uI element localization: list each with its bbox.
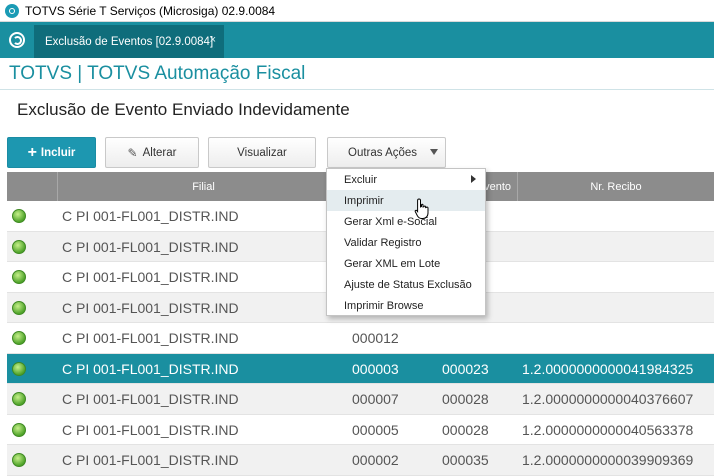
- cell-filial: C PI 001-FL001_DISTR.IND: [62, 391, 239, 407]
- status-green-icon: [12, 453, 26, 467]
- cell-filial: C PI 001-FL001_DISTR.IND: [62, 330, 239, 346]
- menu-item-validar-registro[interactable]: Validar Registro: [327, 232, 485, 253]
- status-green-icon: [12, 422, 26, 437]
- visualizar-button[interactable]: Visualizar: [208, 137, 316, 168]
- cell-col2: 000007: [352, 391, 399, 407]
- menu-item-label: Validar Registro: [344, 236, 422, 249]
- menu-item-label: Excluir: [344, 173, 378, 186]
- alterar-button[interactable]: ✎ Alterar: [105, 137, 199, 168]
- window-title: TOTVS Série T Serviços (Microsiga) 02.9.…: [25, 3, 276, 18]
- status-green-icon: [12, 392, 26, 406]
- close-tab-icon[interactable]: ×: [210, 34, 216, 46]
- outras-acoes-button[interactable]: Outras Ações: [327, 137, 446, 168]
- menu-item-gerar-xml-esocial[interactable]: Gerar Xml e-Social: [327, 211, 485, 232]
- cell-col2: 000005: [352, 421, 399, 438]
- product-name: TOTVS | TOTVS Automação Fiscal: [9, 62, 306, 84]
- cell-filial: C PI 001-FL001_DISTR.IND: [62, 299, 239, 316]
- status-green-icon: [12, 270, 26, 284]
- cell-recibo: 1.2.0000000000040563378: [522, 421, 694, 438]
- tab-exclusao-eventos[interactable]: Exclusão de Eventos [02.9.0084] ×: [34, 25, 224, 58]
- incluir-label: Incluir: [40, 146, 76, 159]
- visualizar-label: Visualizar: [237, 146, 287, 159]
- cell-recibo: 1.2.0000000000041984325: [522, 360, 694, 377]
- header-filial[interactable]: Filial: [58, 172, 350, 201]
- cell-col2: 000003: [352, 360, 399, 377]
- window-titlebar: TOTVS Série T Serviços (Microsiga) 02.9.…: [0, 0, 714, 22]
- cell-filial: C PI 001-FL001_DISTR.IND: [62, 269, 239, 285]
- header-recibo[interactable]: Nr. Recibo: [518, 172, 714, 201]
- status-green-icon: [12, 300, 26, 315]
- status-green-icon: [12, 331, 26, 345]
- product-header: TOTVS | TOTVS Automação Fiscal: [0, 58, 714, 90]
- table-row[interactable]: C PI 001-FL001_DISTR.IND 000005 000028 1…: [7, 414, 714, 445]
- cell-filial: C PI 001-FL001_DISTR.IND: [62, 360, 239, 377]
- menu-item-gerar-xml-lote[interactable]: Gerar XML em Lote: [327, 253, 485, 274]
- table-row[interactable]: C PI 001-FL001_DISTR.IND 000012: [7, 323, 714, 354]
- menu-item-excluir[interactable]: Excluir: [327, 169, 485, 190]
- menu-item-label: Imprimir Browse: [344, 299, 424, 312]
- totvs-home-icon: [9, 32, 25, 48]
- status-green-icon: [12, 239, 26, 254]
- menu-item-label: Ajuste de Status Exclusão: [344, 278, 472, 291]
- home-button[interactable]: [0, 22, 34, 58]
- cell-recibo: 1.2.0000000000040376607: [522, 391, 694, 407]
- table-row-selected[interactable]: C PI 001-FL001_DISTR.IND 000003 000023 1…: [7, 353, 714, 384]
- app-logo-icon: [5, 3, 19, 18]
- status-green-icon: [12, 361, 26, 376]
- header-status[interactable]: [7, 172, 58, 201]
- tab-bar: Exclusão de Eventos [02.9.0084] ×: [0, 22, 714, 58]
- cell-col2: 000012: [352, 330, 399, 346]
- cell-col3: 000028: [442, 391, 489, 407]
- hand-pointer-icon: [414, 198, 429, 219]
- incluir-button[interactable]: + Incluir: [7, 137, 96, 168]
- menu-item-imprimir[interactable]: Imprimir: [327, 190, 485, 211]
- status-green-icon: [12, 209, 26, 223]
- submenu-arrow-icon: [471, 175, 476, 183]
- menu-item-ajuste-status[interactable]: Ajuste de Status Exclusão: [327, 274, 485, 295]
- pencil-icon: ✎: [127, 145, 138, 160]
- tab-label: Exclusão de Eventos [02.9.0084]: [45, 35, 214, 48]
- alterar-label: Alterar: [142, 146, 177, 159]
- cell-filial: C PI 001-FL001_DISTR.IND: [62, 238, 239, 255]
- menu-item-imprimir-browse[interactable]: Imprimir Browse: [327, 295, 485, 316]
- menu-item-label: Gerar XML em Lote: [344, 257, 441, 270]
- outras-acoes-menu: Excluir Imprimir Gerar Xml e-Social Vali…: [326, 168, 486, 316]
- table-row[interactable]: C PI 001-FL001_DISTR.IND 000007 000028 1…: [7, 384, 714, 415]
- outras-acoes-label: Outras Ações: [348, 146, 418, 159]
- cell-filial: C PI 001-FL001_DISTR.IND: [62, 421, 239, 438]
- cell-col3: 000028: [442, 421, 489, 438]
- cell-col3: 000023: [442, 360, 489, 377]
- plus-icon: +: [27, 143, 37, 161]
- page-title: Exclusão de Evento Enviado Indevidamente: [17, 100, 350, 119]
- menu-item-label: Imprimir: [344, 194, 384, 207]
- chevron-down-icon: [430, 149, 438, 155]
- cell-filial: C PI 001-FL001_DISTR.IND: [62, 208, 239, 224]
